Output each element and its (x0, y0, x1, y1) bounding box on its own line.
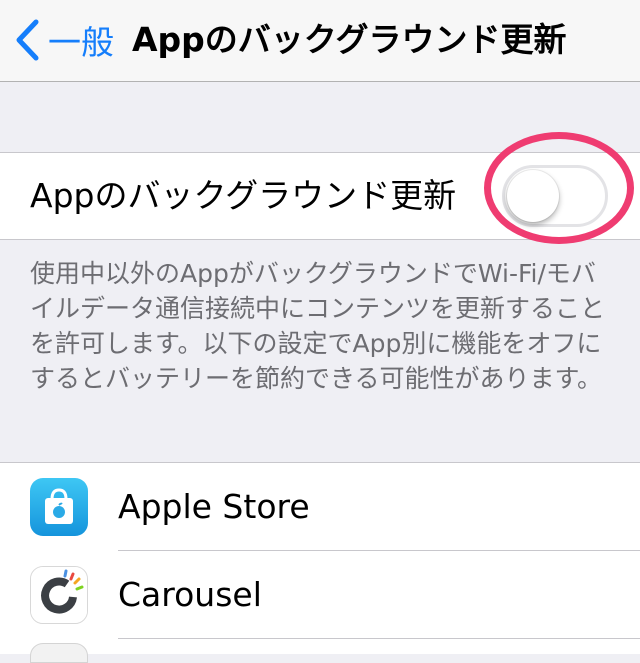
list-item-carousel[interactable]: Carousel (0, 551, 640, 639)
app-name: Apple Store (118, 487, 310, 526)
background-refresh-label: Appのバックグラウンド更新 (30, 176, 457, 215)
back-button[interactable]: 一般 (14, 14, 114, 66)
list-item-apple-store[interactable]: Apple Store (0, 463, 640, 551)
navigation-bar: 一般 Appのバックグラウンド更新 (0, 0, 640, 82)
page-title: Appのバックグラウンド更新 (132, 20, 567, 59)
description-footer: 使用中以外のAppがバックグラウンドでWi-Fi/モバイルデータ通信接続中にコン… (30, 259, 606, 393)
chevron-left-icon (16, 19, 39, 61)
app-name: Carousel (118, 575, 262, 614)
highlight-circle (484, 132, 634, 244)
carousel-icon (30, 566, 88, 624)
app-list: Apple Store Carousel (0, 462, 640, 663)
row-separator (118, 638, 640, 639)
apple-store-icon (30, 478, 88, 536)
app-icon (30, 643, 88, 663)
back-label: 一般 (48, 23, 114, 62)
